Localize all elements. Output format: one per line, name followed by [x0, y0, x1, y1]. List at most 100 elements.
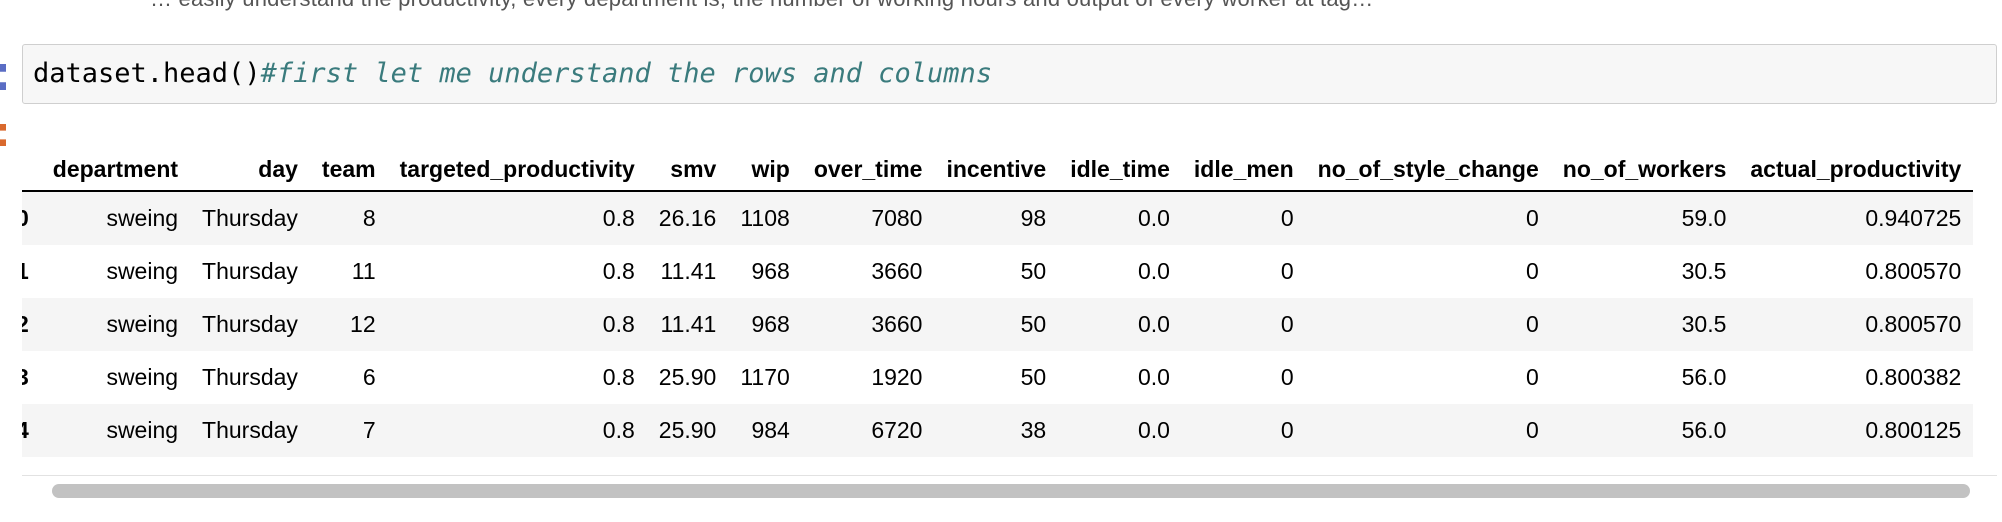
table-cell: 30.5 [1681, 311, 1727, 337]
table-cell: 0 [1280, 205, 1294, 231]
code-comment: #first let me understand the rows and co… [260, 58, 993, 89]
table-row: 0 sweing Thursday 8 0.8 26.16 1108 7080 … [22, 191, 1974, 245]
table-header-row: department day team targeted_productivit… [22, 148, 1974, 192]
row-index: 0 [22, 205, 29, 231]
table-row: 2 sweing Thursday 12 0.8 11.41 968 3660 … [22, 298, 1974, 351]
table-cell: 8 [362, 205, 376, 231]
table-cell: 6720 [871, 417, 923, 443]
column-header: over_time [801, 148, 935, 192]
table-cell: 984 [751, 417, 790, 443]
table-cell: 0.8 [602, 364, 635, 390]
previous-cell-text: … easily understand the productivity, ev… [150, 0, 1373, 12]
column-header: wip [728, 148, 802, 192]
table-cell: 968 [751, 258, 790, 284]
table-cell: 0 [1525, 258, 1539, 284]
dataframe-table: department day team targeted_productivit… [22, 148, 1974, 457]
table-cell: 59.0 [1681, 205, 1727, 231]
column-header: department [40, 148, 191, 192]
table-cell: Thursday [202, 364, 298, 390]
table-cell: 56.0 [1681, 417, 1727, 443]
table-cell: 0.0 [1137, 417, 1170, 443]
table-cell: 968 [751, 311, 790, 337]
table-cell: 0.800570 [1865, 258, 1962, 284]
table-cell: 6 [362, 364, 376, 390]
column-header: idle_time [1058, 148, 1182, 192]
table-cell: sweing [106, 205, 179, 231]
table-cell: Thursday [202, 258, 298, 284]
table-cell: 0.800570 [1865, 311, 1962, 337]
table-cell: 25.90 [658, 364, 717, 390]
table-cell: Thursday [202, 311, 298, 337]
table-cell: sweing [106, 311, 179, 337]
table-cell: 50 [1020, 364, 1047, 390]
table-cell: 0 [1525, 311, 1539, 337]
table-cell: 0.0 [1137, 205, 1170, 231]
table-cell: 12 [350, 311, 376, 337]
table-cell: 0.8 [602, 258, 635, 284]
table-cell: 0 [1280, 258, 1294, 284]
table-cell: 0 [1525, 205, 1539, 231]
table-cell: 11.41 [660, 258, 717, 284]
table-cell: 0 [1525, 364, 1539, 390]
table-row: 1 sweing Thursday 11 0.8 11.41 968 3660 … [22, 245, 1973, 298]
code-expression: dataset.head() [33, 58, 261, 89]
code-editor[interactable]: dataset.head()#first let me understand t… [33, 59, 992, 89]
column-header: day [190, 148, 310, 192]
table-cell: 0 [1280, 364, 1294, 390]
table-cell: 56.0 [1681, 364, 1727, 390]
column-header: no_of_workers [1550, 148, 1739, 192]
table-cell: sweing [106, 364, 179, 390]
table-cell: 11.41 [660, 311, 717, 337]
table-cell: 3660 [871, 311, 923, 337]
table-cell: 3660 [871, 258, 923, 284]
row-index: 3 [22, 364, 29, 390]
table-cell: 30.5 [1681, 258, 1727, 284]
table-cell: 0 [1280, 311, 1294, 337]
table-cell: Thursday [202, 205, 298, 231]
output-area: department day team targeted_productivit… [22, 140, 1997, 510]
table-cell: 1108 [740, 205, 790, 231]
table-cell: Thursday [202, 417, 298, 443]
row-index: 4 [22, 417, 29, 443]
column-header: idle_men [1181, 148, 1306, 192]
row-index: 1 [22, 258, 29, 284]
output-prompt-marker [0, 124, 6, 146]
column-header: smv [646, 148, 729, 192]
table-cell: 0.940725 [1865, 205, 1962, 231]
code-cell[interactable]: dataset.head()#first let me understand t… [22, 44, 1997, 104]
column-header: targeted_productivity [387, 148, 647, 192]
table-cell: 11 [351, 258, 376, 284]
table-cell: 50 [1020, 258, 1047, 284]
table-cell: sweing [106, 417, 179, 443]
table-cell: 98 [1020, 205, 1047, 231]
column-header: team [309, 148, 388, 192]
table-cell: 0.8 [602, 311, 635, 337]
horizontal-scrollbar[interactable] [22, 475, 1997, 504]
table-cell: 26.16 [658, 205, 717, 231]
table-cell: 7080 [871, 205, 923, 231]
table-row: 3 sweing Thursday 6 0.8 25.90 1170 1920 … [22, 351, 1973, 404]
table-row: 4 sweing Thursday 7 0.8 25.90 984 6720 3… [22, 404, 1974, 457]
table-cell: 7 [362, 417, 376, 443]
table-cell: 1170 [740, 364, 790, 390]
table-cell: 0.0 [1137, 364, 1170, 390]
table-cell: 0 [1525, 417, 1539, 443]
table-cell: 50 [1020, 311, 1047, 337]
table-cell: 0.800125 [1865, 417, 1962, 443]
table-cell: 1920 [871, 364, 923, 390]
table-cell: 25.90 [658, 417, 717, 443]
table-cell: 38 [1020, 417, 1047, 443]
row-index: 2 [22, 311, 29, 337]
table-cell: sweing [106, 258, 179, 284]
column-header [22, 148, 41, 192]
input-prompt-marker [0, 64, 6, 90]
column-header: no_of_style_change [1305, 148, 1551, 192]
table-cell: 0.8 [602, 417, 635, 443]
column-header: actual_productivity [1738, 148, 1974, 192]
table-cell: 0 [1280, 417, 1294, 443]
column-header: incentive [934, 148, 1059, 192]
table-cell: 0.0 [1137, 258, 1170, 284]
table-cell: 0.0 [1137, 311, 1170, 337]
scrollbar-thumb[interactable] [52, 484, 1970, 498]
table-cell: 0.8 [602, 205, 635, 231]
